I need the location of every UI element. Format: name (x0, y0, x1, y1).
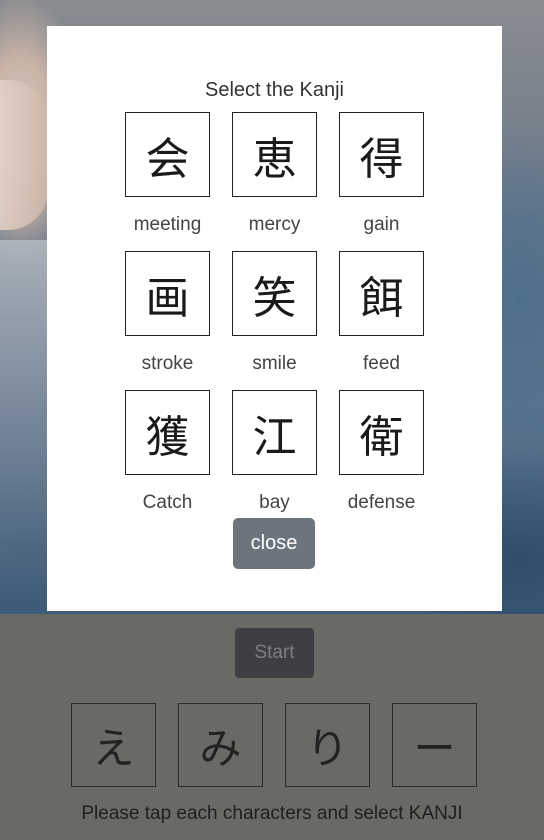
kanji-select-modal: Select the Kanji 会 meeting 恵 mercy 得 gai… (47, 26, 502, 611)
reading-char-4[interactable]: ー (392, 703, 477, 787)
kanji-option-button[interactable]: 会 (125, 112, 210, 197)
kanji-option: 会 meeting (125, 112, 210, 235)
background-shirt (0, 240, 48, 610)
background-face (0, 80, 48, 230)
kanji-option: 獲 Catch (125, 390, 210, 513)
kanji-option: 餌 feed (339, 251, 424, 374)
kanji-option-button[interactable]: 恵 (232, 112, 317, 197)
reading-characters: え み り ー (71, 703, 477, 787)
kanji-meaning: feed (363, 353, 400, 374)
kanji-option-button[interactable]: 衛 (339, 390, 424, 475)
kanji-option-button[interactable]: 得 (339, 112, 424, 197)
kanji-option-button[interactable]: 獲 (125, 390, 210, 475)
kanji-option-button[interactable]: 江 (232, 390, 317, 475)
kanji-option: 笑 smile (232, 251, 317, 374)
reading-char-2[interactable]: み (178, 703, 263, 787)
kanji-option: 恵 mercy (232, 112, 317, 235)
kanji-option-button[interactable]: 画 (125, 251, 210, 336)
kanji-option-button[interactable]: 餌 (339, 251, 424, 336)
kanji-options-grid: 会 meeting 恵 mercy 得 gain 画 stroke 笑 smil… (125, 112, 424, 513)
modal-title: Select the Kanji (205, 79, 344, 101)
kanji-option-button[interactable]: 笑 (232, 251, 317, 336)
kanji-option: 得 gain (339, 112, 424, 235)
instruction-text: Please tap each characters and select KA… (81, 803, 463, 824)
kanji-option: 画 stroke (125, 251, 210, 374)
kanji-option: 江 bay (232, 390, 317, 513)
reading-char-3[interactable]: り (285, 703, 370, 787)
kanji-meaning: defense (347, 492, 416, 513)
kanji-option: 衛 defense (339, 390, 424, 513)
close-button[interactable]: close (233, 518, 315, 569)
start-button[interactable]: Start (235, 628, 314, 678)
kanji-meaning: gain (363, 214, 400, 235)
reading-char-1[interactable]: え (71, 703, 156, 787)
